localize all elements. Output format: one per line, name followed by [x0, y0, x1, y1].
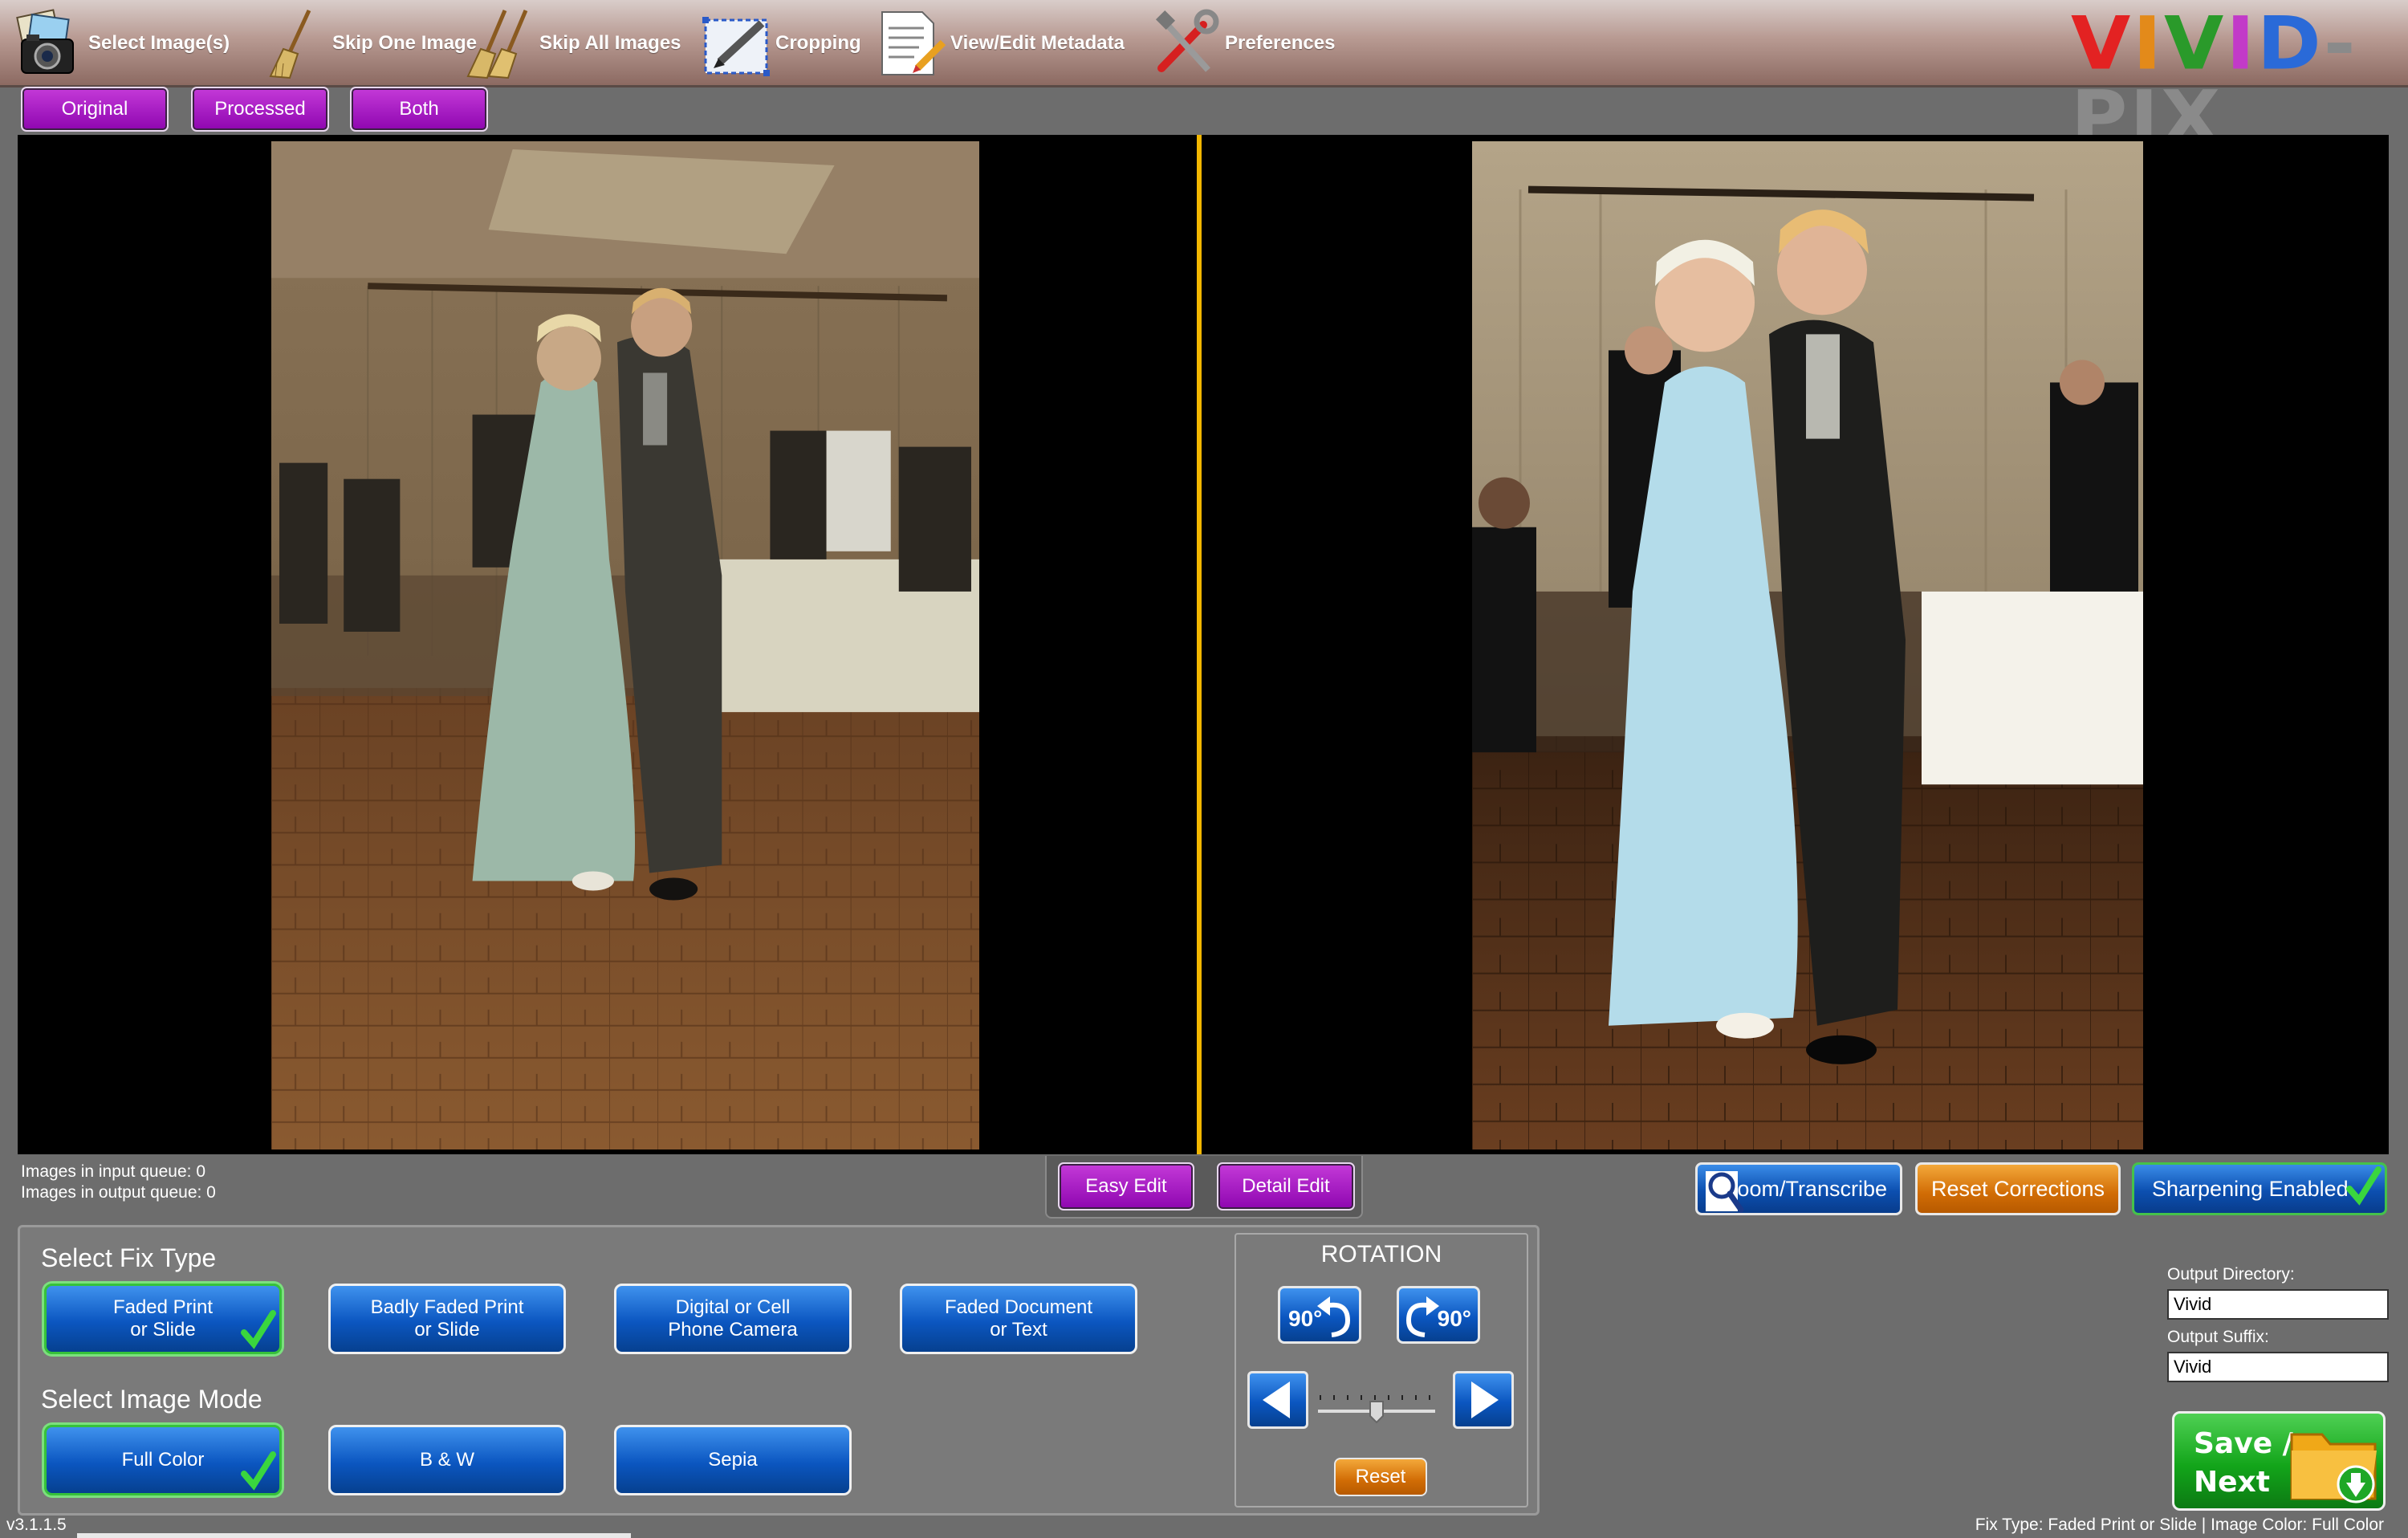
tools-icon [1148, 6, 1225, 80]
zoom-transcribe-button[interactable]: Zoom/Transcribe [1695, 1162, 1902, 1215]
fix-badly-faded-button[interactable]: Badly Faded Print or Slide [328, 1284, 566, 1354]
select-images-button[interactable]: Select Image(s) [11, 5, 230, 82]
rotation-reset-button[interactable]: Reset [1334, 1458, 1427, 1496]
fix-type-title: Select Fix Type [41, 1243, 217, 1272]
save-line1: Save / [2194, 1427, 2293, 1460]
logo-letter: I [2133, 0, 2165, 87]
skip-all-images-label: Skip All Images [539, 32, 681, 54]
view-edit-metadata-button[interactable]: View/Edit Metadata [873, 5, 1125, 82]
rotate-cw-label: 90° [1437, 1306, 1471, 1331]
broom-icon [255, 6, 332, 80]
mode-full-color-button[interactable]: Full Color [44, 1425, 282, 1495]
cropping-button[interactable]: Cropping [698, 5, 861, 82]
fix-option-line2: or Slide [414, 1319, 480, 1341]
output-directory-label: Output Directory: [2167, 1265, 2295, 1284]
save-next-label: Save / Next [2194, 1425, 2293, 1502]
logo-letter: - [2323, 0, 2358, 87]
processed-photo [1472, 141, 2143, 1149]
easy-edit-tab[interactable]: Easy Edit [1058, 1162, 1194, 1210]
fix-faded-print-button[interactable]: Faded Print or Slide [44, 1284, 282, 1354]
rotation-panel: ROTATION 90° 90° Reset [1235, 1233, 1528, 1507]
skip-all-images-button[interactable]: Skip All Images [462, 5, 681, 82]
fix-faded-document-button[interactable]: Faded Document or Text [900, 1284, 1137, 1354]
checkmark-icon [241, 1310, 276, 1349]
mode-sepia-button[interactable]: Sepia [614, 1425, 852, 1495]
preferences-label: Preferences [1225, 32, 1336, 54]
preferences-button[interactable]: Preferences [1148, 5, 1335, 82]
rotation-title: ROTATION [1320, 1241, 1442, 1267]
detail-edit-tab[interactable]: Detail Edit [1217, 1162, 1355, 1210]
magnifier-icon [1704, 1168, 1746, 1220]
fix-option-line1: Badly Faded Print [370, 1296, 524, 1318]
rotate-ccw-icon [1317, 1296, 1351, 1337]
view-edit-metadata-label: View/Edit Metadata [950, 32, 1125, 54]
output-directory-input[interactable] [2167, 1289, 2389, 1320]
split-divider[interactable] [1197, 135, 1202, 1154]
mode-option-label: Full Color [121, 1449, 205, 1471]
fix-option-line1: Digital or Cell [675, 1296, 791, 1318]
horizontal-scrollbar[interactable] [77, 1533, 631, 1538]
fix-option-line1: Faded Document [944, 1296, 1093, 1318]
fix-option-line2: Phone Camera [668, 1319, 798, 1341]
fix-digital-camera-button[interactable]: Digital or Cell Phone Camera [614, 1284, 852, 1354]
mode-option-label: B & W [419, 1449, 474, 1471]
skip-one-image-button[interactable]: Skip One Image [255, 5, 477, 82]
output-suffix-label: Output Suffix: [2167, 1328, 2269, 1346]
fix-option-line2: or Text [990, 1319, 1047, 1341]
version-label: v3.1.1.5 [6, 1516, 67, 1534]
fix-option-line2: or Slide [130, 1319, 196, 1341]
fine-rotation-slider[interactable] [1316, 1392, 1437, 1424]
arrow-right-icon [1471, 1381, 1499, 1418]
both-view-button[interactable]: Both [350, 87, 488, 132]
image-mode-title: Select Image Mode [41, 1385, 262, 1414]
vivid-pix-logo: VIVID-PIX [2071, 0, 2408, 153]
fix-option-line1: Faded Print [112, 1296, 214, 1318]
camera-photos-icon [11, 6, 88, 80]
processed-view-button[interactable]: Processed [191, 87, 329, 132]
original-view-button[interactable]: Original [21, 87, 169, 132]
original-photo [271, 141, 979, 1149]
save-next-button[interactable]: Save / Next [2172, 1411, 2386, 1511]
input-queue-count: Images in input queue: 0 [21, 1162, 205, 1181]
save-line2: Next [2194, 1466, 2270, 1499]
logo-letter: I [2226, 0, 2258, 87]
reset-corrections-button[interactable]: Reset Corrections [1915, 1162, 2121, 1215]
logo-letter: V [2071, 0, 2133, 87]
brooms-icon [462, 6, 539, 80]
output-queue-count: Images in output queue: 0 [21, 1183, 216, 1202]
rotate-ccw-button[interactable]: 90° [1278, 1286, 1361, 1344]
slider-thumb[interactable] [1369, 1401, 1384, 1424]
edit-mode-tabs: Easy Edit Detail Edit [1045, 1156, 1363, 1219]
checkmark-icon [241, 1451, 276, 1491]
zoom-transcribe-label: Zoom/Transcribe [1723, 1176, 1887, 1201]
cropping-label: Cropping [775, 32, 861, 54]
arrow-left-icon [1263, 1381, 1290, 1418]
mode-option-label: Sepia [708, 1449, 758, 1471]
mode-bw-button[interactable]: B & W [328, 1425, 566, 1495]
select-images-label: Select Image(s) [88, 32, 230, 54]
output-suffix-input[interactable] [2167, 1352, 2389, 1382]
rotate-cw-button[interactable]: 90° [1397, 1286, 1480, 1344]
rotate-cw-icon [1405, 1296, 1439, 1337]
status-text: Fix Type: Faded Print or Slide | Image C… [1975, 1516, 2384, 1534]
skip-one-image-label: Skip One Image [332, 32, 478, 54]
rotate-left-fine-button[interactable] [1247, 1371, 1308, 1429]
main-toolbar: Select Image(s) Skip One Image Skip All … [0, 0, 2408, 154]
logo-letter: D [2257, 0, 2324, 87]
checkmark-icon [2346, 1166, 2382, 1206]
document-edit-icon [873, 6, 950, 80]
crop-pen-icon [698, 6, 775, 80]
sharpening-label: Sharpening Enabled [2152, 1176, 2349, 1201]
sharpening-toggle[interactable]: Sharpening Enabled [2132, 1162, 2387, 1215]
folder-download-icon [2290, 1433, 2377, 1503]
logo-letter: V [2164, 0, 2227, 87]
rotate-right-fine-button[interactable] [1453, 1371, 1514, 1429]
